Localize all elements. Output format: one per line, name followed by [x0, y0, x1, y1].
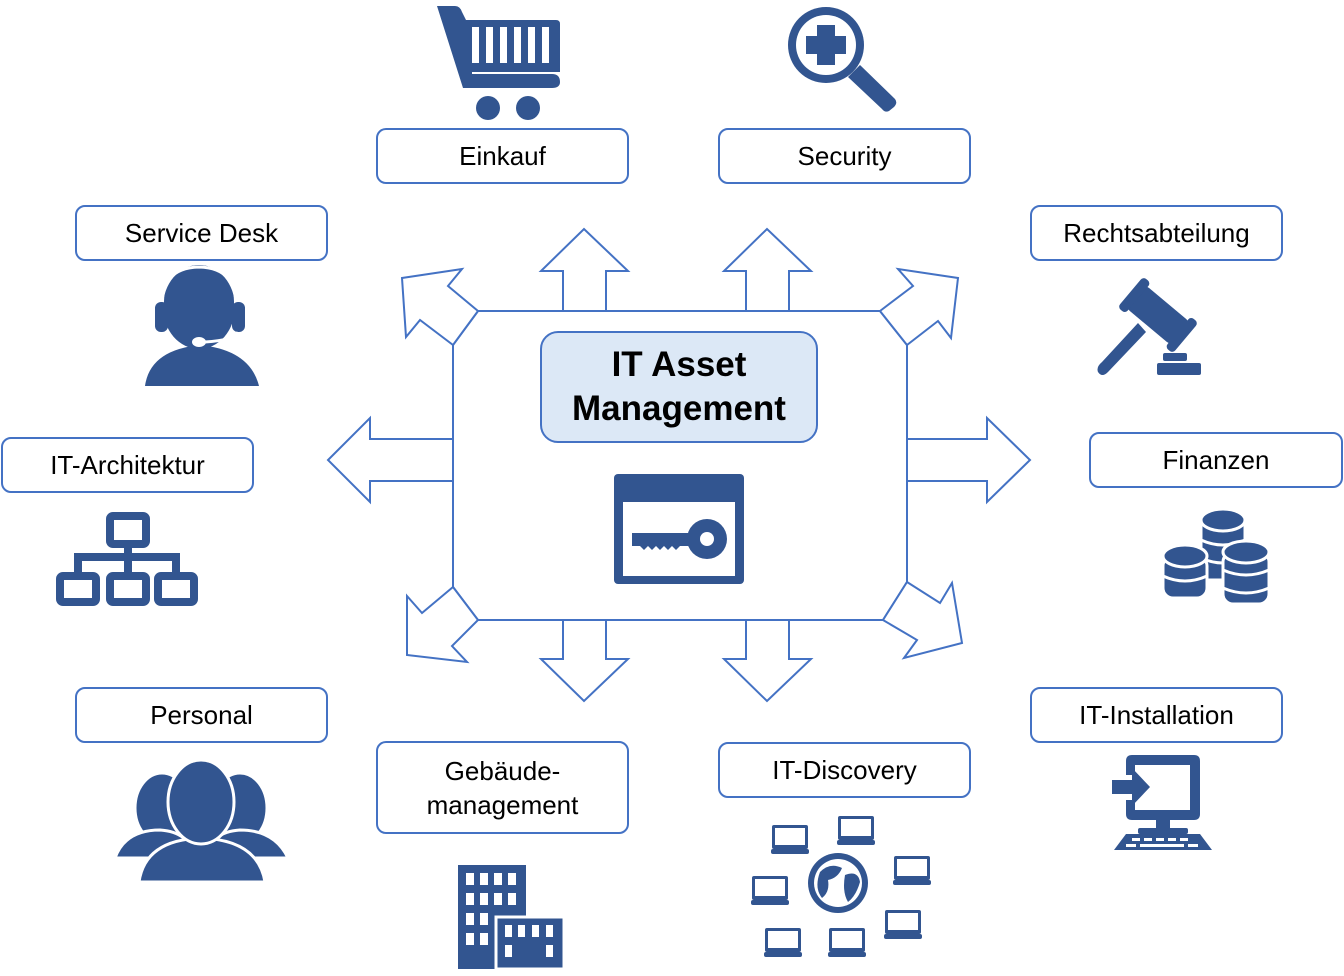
central-title-box: IT Asset Management [540, 331, 818, 443]
title-line-2: Management [572, 389, 786, 428]
node-label: Finanzen [1162, 445, 1270, 475]
office-building-icon [458, 865, 566, 971]
node-label: IT-Discovery [772, 755, 917, 785]
node-gebaeudemanagement: Gebäude-management [376, 741, 629, 834]
arrow-left-architektur [326, 415, 454, 505]
coin-stacks-icon [1161, 507, 1271, 606]
node-label-line-2: management [426, 789, 579, 820]
hierarchy-icon [56, 512, 198, 606]
arrow-down-gebaeude [538, 619, 631, 703]
magnifier-plus-icon [788, 7, 897, 112]
node-label: Rechtsabteilung [1063, 218, 1250, 248]
node-label-line-1: Gebäude- [444, 755, 561, 786]
node-label: Security [797, 141, 892, 171]
node-personal: Personal [75, 687, 328, 743]
node-label: IT-Architektur [50, 450, 205, 480]
node-service-desk: Service Desk [75, 205, 328, 261]
title-line-1: IT Asset [611, 345, 747, 384]
node-label: IT-Installation [1079, 700, 1234, 730]
arrow-right-finanzen [906, 415, 1032, 505]
node-label: Service Desk [124, 218, 279, 248]
gavel-icon [1097, 278, 1201, 375]
node-finanzen: Finanzen [1089, 432, 1343, 488]
node-it-discovery: IT-Discovery [718, 742, 971, 798]
node-it-architektur: IT-Architektur [1, 437, 254, 493]
node-security: Security [718, 128, 971, 184]
key-window-icon [614, 474, 744, 584]
node-it-installation: IT-Installation [1030, 687, 1283, 743]
node-rechtsabteilung: Rechtsabteilung [1030, 205, 1283, 261]
people-group-icon [112, 758, 291, 884]
node-label: Einkauf [459, 141, 546, 171]
shopping-cart-icon [437, 6, 560, 120]
computer-install-icon [1112, 755, 1212, 850]
node-label: Personal [150, 700, 253, 730]
arrow-down-discovery [721, 619, 814, 703]
node-einkauf: Einkauf [376, 128, 629, 184]
arrow-up-einkauf [538, 227, 631, 312]
headset-agent-icon [145, 265, 259, 386]
globe-network-icon [751, 816, 931, 957]
arrow-up-security [721, 227, 814, 312]
